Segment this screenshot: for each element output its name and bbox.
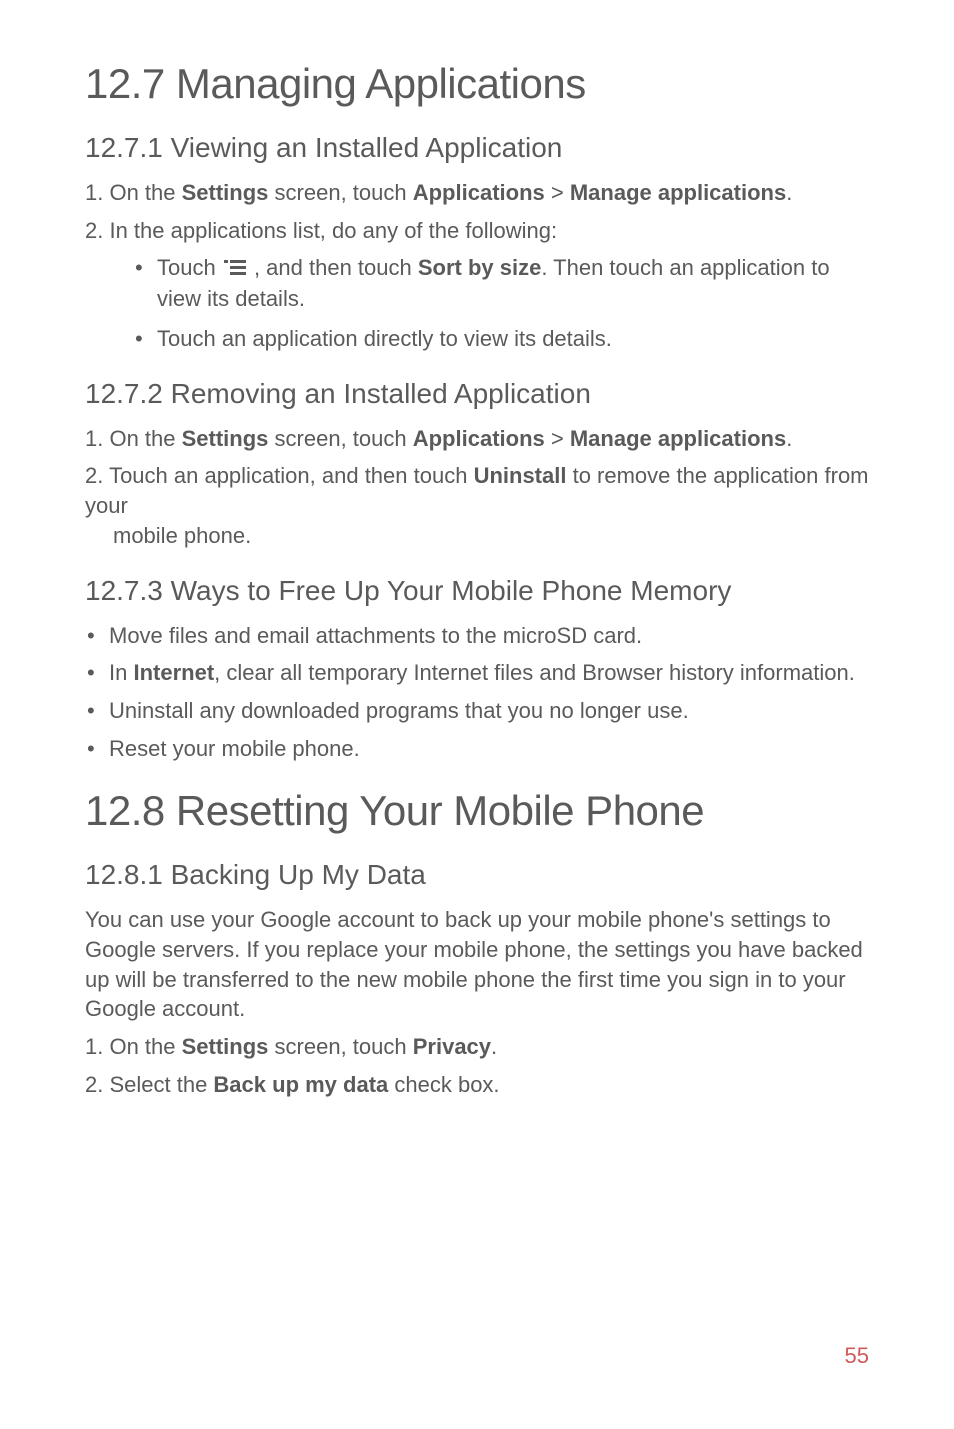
text: , and then touch (248, 255, 418, 280)
subsection-heading-12-7-3: 12.7.3 Ways to Free Up Your Mobile Phone… (85, 575, 869, 607)
text: 1. On the (85, 426, 182, 451)
list-item: Uninstall any downloaded programs that y… (85, 696, 869, 726)
bold-applications: Applications (413, 180, 545, 205)
text: 2. Select the (85, 1072, 213, 1097)
step-1: 1. On the Settings screen, touch Applica… (85, 178, 869, 208)
bold-privacy: Privacy (413, 1034, 491, 1059)
bullet-list: Move files and email attachments to the … (85, 621, 869, 764)
list-item: In Internet, clear all temporary Interne… (85, 658, 869, 688)
menu-icon (224, 255, 246, 285)
paragraph: You can use your Google account to back … (85, 905, 869, 1024)
subsection-12-7-3: 12.7.3 Ways to Free Up Your Mobile Phone… (85, 575, 869, 764)
list-item: Touch , and then touch Sort by size. The… (135, 253, 869, 314)
text: . (786, 426, 792, 451)
text: screen, touch (268, 426, 412, 451)
bold-settings: Settings (182, 1034, 269, 1059)
list-item: Reset your mobile phone. (85, 734, 869, 764)
step-2: 2. Touch an application, and then touch … (85, 461, 869, 550)
bold-settings: Settings (182, 180, 269, 205)
text: . (491, 1034, 497, 1059)
subsection-heading-12-7-1: 12.7.1 Viewing an Installed Application (85, 132, 869, 164)
text: > (545, 426, 570, 451)
page-number: 55 (845, 1343, 869, 1369)
text: In (109, 660, 133, 685)
step-1: 1. On the Settings screen, touch Privacy… (85, 1032, 869, 1062)
document-page: 12.7 Managing Applications 12.7.1 Viewin… (0, 0, 954, 1429)
bold-settings: Settings (182, 426, 269, 451)
list-item: Touch an application directly to view it… (135, 324, 869, 354)
bold-manage-applications: Manage applications (570, 426, 786, 451)
subsection-12-7-2: 12.7.2 Removing an Installed Application… (85, 378, 869, 551)
sub-bullet-list: Touch , and then touch Sort by size. The… (85, 253, 869, 353)
text: 2. Touch an application, and then touch (85, 463, 474, 488)
text: , clear all temporary Internet files and… (214, 660, 855, 685)
bold-applications: Applications (413, 426, 545, 451)
bold-sort-by-size: Sort by size (418, 255, 541, 280)
subsection-heading-12-7-2: 12.7.2 Removing an Installed Application (85, 378, 869, 410)
text: Touch (157, 255, 222, 280)
bold-manage-applications: Manage applications (570, 180, 786, 205)
text: > (545, 180, 570, 205)
step-2: 2. Select the Back up my data check box. (85, 1070, 869, 1100)
bold-back-up-my-data: Back up my data (213, 1072, 388, 1097)
list-item: Move files and email attachments to the … (85, 621, 869, 651)
section-heading-12-8: 12.8 Resetting Your Mobile Phone (85, 787, 869, 835)
subsection-12-7-1: 12.7.1 Viewing an Installed Application … (85, 132, 869, 354)
text: check box. (388, 1072, 499, 1097)
subsection-heading-12-8-1: 12.8.1 Backing Up My Data (85, 859, 869, 891)
step-2: 2. In the applications list, do any of t… (85, 216, 869, 246)
subsection-12-8-1: 12.8.1 Backing Up My Data You can use yo… (85, 859, 869, 1099)
section-heading-12-7: 12.7 Managing Applications (85, 60, 869, 108)
text-continuation: mobile phone. (85, 521, 869, 551)
bold-uninstall: Uninstall (474, 463, 567, 488)
text: 1. On the (85, 180, 182, 205)
bold-internet: Internet (133, 660, 214, 685)
text: screen, touch (268, 180, 412, 205)
text: 1. On the (85, 1034, 182, 1059)
text: screen, touch (268, 1034, 412, 1059)
step-1: 1. On the Settings screen, touch Applica… (85, 424, 869, 454)
text: . (786, 180, 792, 205)
